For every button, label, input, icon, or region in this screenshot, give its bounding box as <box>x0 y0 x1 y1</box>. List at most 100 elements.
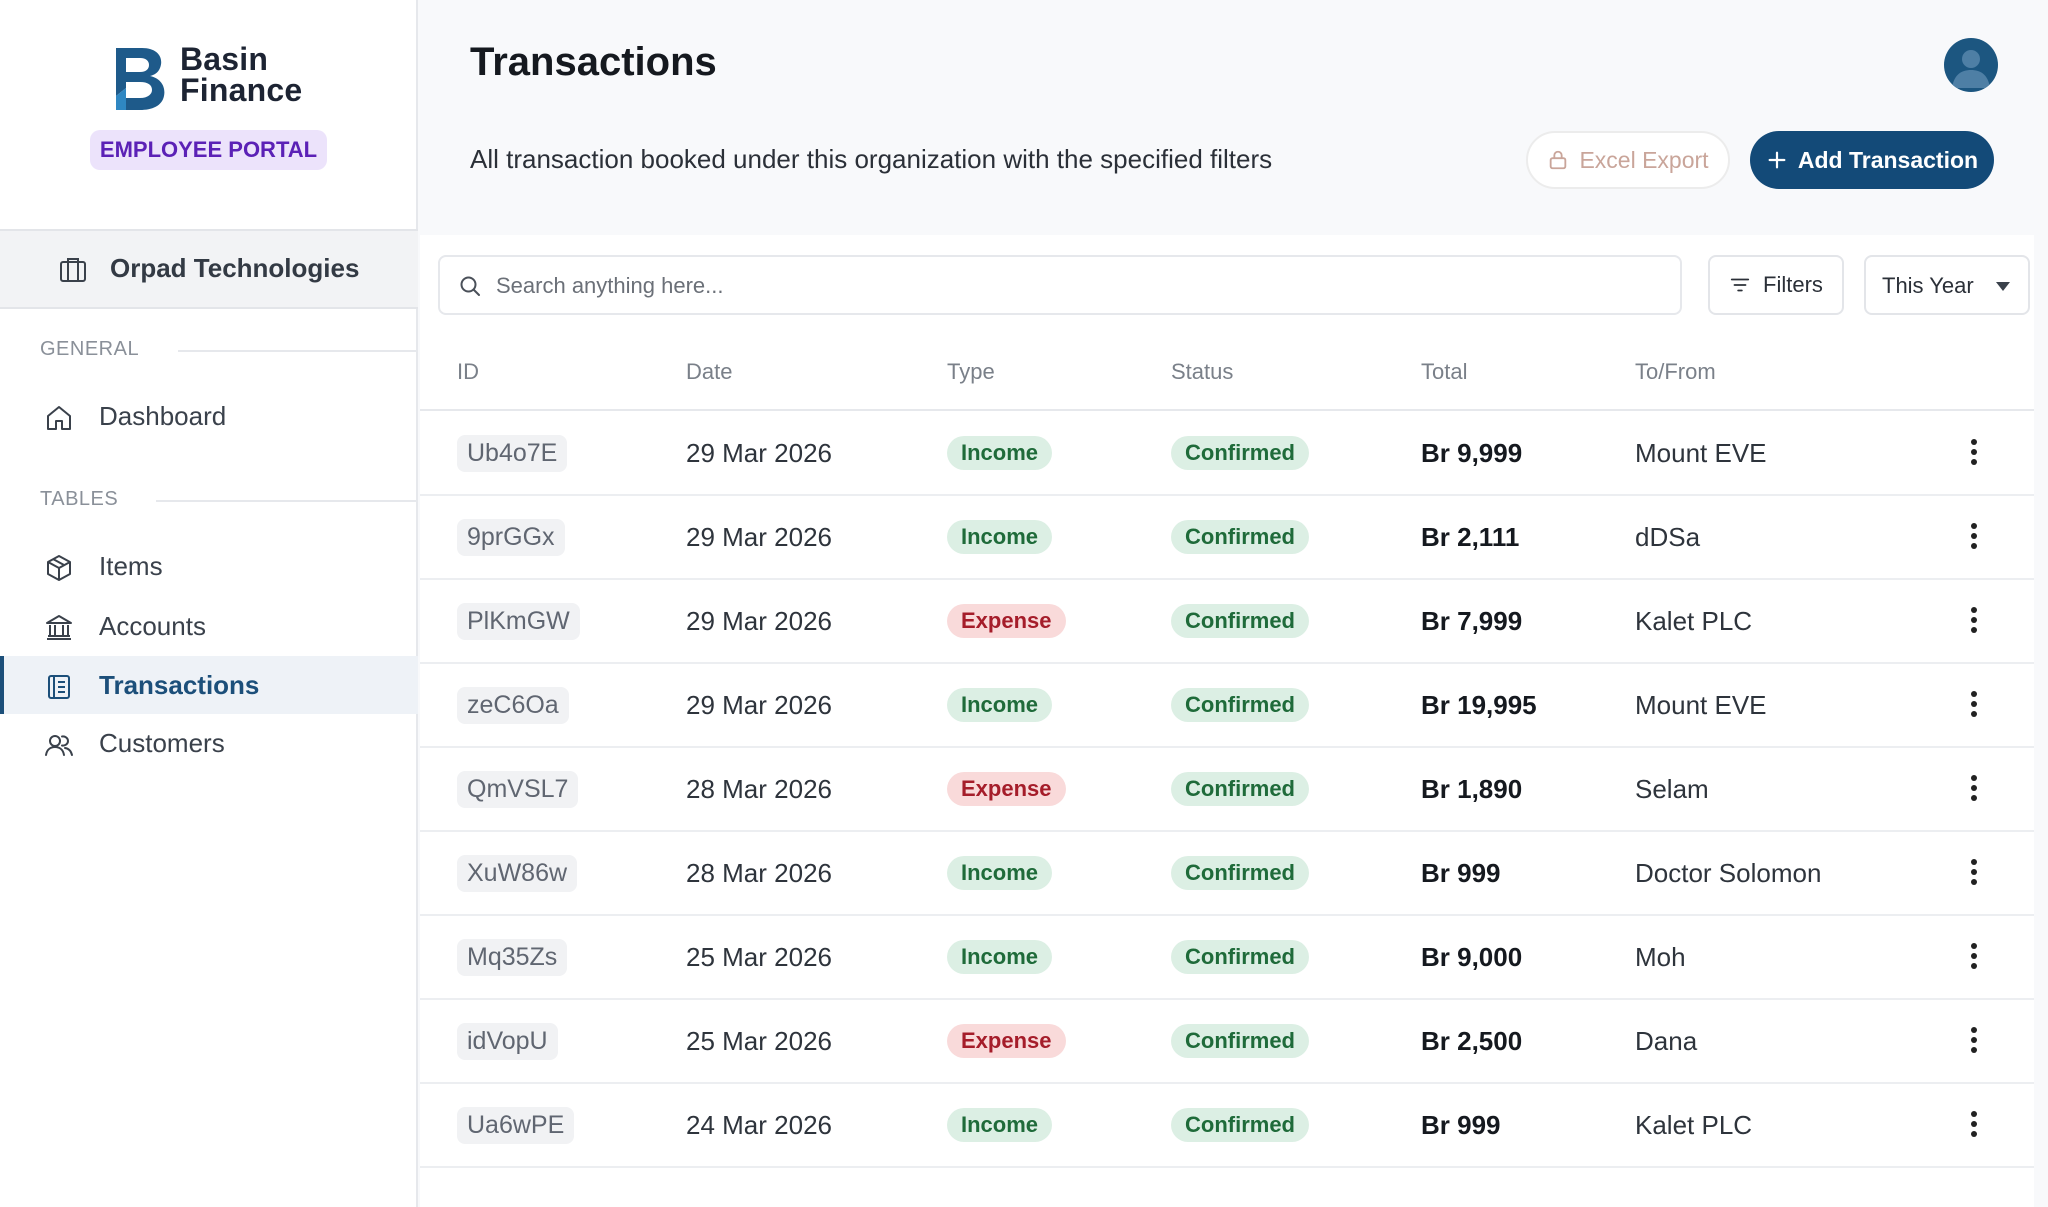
row-actions-kebab-icon[interactable] <box>1964 940 1984 976</box>
id-chip: QmVSL7 <box>457 770 579 808</box>
cell-date-text: 29 Mar 2026 <box>686 689 832 720</box>
status-badge: Confirmed <box>1171 436 1309 470</box>
row-actions-kebab-icon[interactable] <box>1964 604 1984 640</box>
sidebar-item-transactions[interactable]: Transactions <box>0 656 418 714</box>
type-badge: Income <box>947 856 1053 890</box>
cell-date-text: 29 Mar 2026 <box>686 437 832 468</box>
section-title-tables: TABLES <box>40 488 119 510</box>
row-actions-kebab-icon[interactable] <box>1964 856 1984 892</box>
row-actions-kebab-icon[interactable] <box>1964 688 1984 724</box>
row-actions-kebab-icon[interactable] <box>1964 520 1984 556</box>
cell-date: 29 Mar 2026 <box>686 580 832 662</box>
status-badge: Confirmed <box>1171 772 1309 806</box>
cell-date-text: 29 Mar 2026 <box>686 605 832 636</box>
cell-to-from: dDSa <box>1635 496 1700 578</box>
sidebar-item-items[interactable]: Items <box>0 537 418 595</box>
cell-total: Br 2,500 <box>1421 1000 1522 1082</box>
brand[interactable]: Basin Finance <box>112 43 342 116</box>
cell-id: Mq35Zs <box>457 916 568 998</box>
cell-type: Income <box>947 664 1053 746</box>
type-badge: Income <box>947 520 1053 554</box>
transactions-panel: Filters This Year ID Date Type Status To… <box>420 235 2034 1207</box>
column-header-total[interactable]: Total <box>1421 359 1467 385</box>
user-avatar[interactable] <box>1944 38 1998 92</box>
type-badge: Expense <box>947 604 1066 638</box>
type-badge: Income <box>947 436 1053 470</box>
box-icon <box>47 555 71 581</box>
table-row[interactable]: 9prGGx 29 Mar 2026 Income Confirmed Br 2,111… <box>420 496 2034 580</box>
table-row[interactable]: Ua6wPE 24 Mar 2026 Income Confirmed Br 999 Ka… <box>420 1084 2034 1168</box>
kebab-dot <box>1971 775 1977 781</box>
row-actions-kebab-icon[interactable] <box>1964 1108 1984 1144</box>
cell-type: Expense <box>947 1000 1066 1082</box>
cell-status: Confirmed <box>1171 916 1309 998</box>
cell-status: Confirmed <box>1171 1000 1309 1082</box>
add-transaction-label: Add Transaction <box>1797 146 1979 173</box>
sidebar-item-label: Transactions <box>99 670 260 700</box>
cell-to-from-text: Kalet PLC <box>1635 1109 1753 1140</box>
search-box[interactable] <box>438 255 1682 315</box>
table-row[interactable]: idVopU 25 Mar 2026 Expense Confirmed Br 2,50… <box>420 1000 2034 1084</box>
table-row[interactable]: Mq35Zs 25 Mar 2026 Income Confirmed Br 9,000… <box>420 916 2034 1000</box>
column-header-id[interactable]: ID <box>457 359 479 385</box>
sidebar-item-accounts[interactable]: Accounts <box>0 597 418 655</box>
table-row[interactable]: QmVSL7 28 Mar 2026 Expense Confirmed Br 1,89… <box>420 748 2034 832</box>
column-header-type[interactable]: Type <box>947 359 995 385</box>
cell-total: Br 9,000 <box>1421 916 1522 998</box>
cell-total: Br 999 <box>1421 1084 1501 1166</box>
kebab-dot <box>1971 1027 1977 1033</box>
cell-date: 29 Mar 2026 <box>686 496 832 578</box>
cell-to-from-text: Moh <box>1635 941 1686 972</box>
caret-down-icon <box>1996 282 2010 291</box>
column-header-date[interactable]: Date <box>686 359 732 385</box>
cell-to-from: Kalet PLC <box>1635 580 1752 662</box>
column-header-to-from[interactable]: To/From <box>1635 359 1716 385</box>
kebab-dot <box>1971 785 1977 791</box>
cell-type: Income <box>947 496 1053 578</box>
cell-total: Br 7,999 <box>1421 580 1522 662</box>
row-actions-kebab-icon[interactable] <box>1964 772 1984 808</box>
table-row[interactable]: PlKmGW 29 Mar 2026 Expense Confirmed Br 7,99… <box>420 580 2034 664</box>
column-header-status[interactable]: Status <box>1171 359 1233 385</box>
kebab-dot <box>1971 859 1977 865</box>
basin-logo-icon <box>116 48 165 110</box>
period-select[interactable]: This Year <box>1864 255 2030 315</box>
sidebar-item-label: Dashboard <box>99 401 227 431</box>
table-row[interactable]: zeC6Oa 29 Mar 2026 Income Confirmed Br 19,99… <box>420 664 2034 748</box>
sidebar-item-customers[interactable]: Customers <box>0 714 418 772</box>
search-input[interactable] <box>496 267 1656 305</box>
kebab-dot <box>1971 459 1977 465</box>
cell-to-from: Mount EVE <box>1635 664 1767 746</box>
ledger-icon <box>48 675 70 699</box>
cell-date: 29 Mar 2026 <box>686 664 832 746</box>
cell-id: 9prGGx <box>457 496 565 578</box>
bank-icon <box>46 615 72 640</box>
row-actions-kebab-icon[interactable] <box>1964 436 1984 472</box>
excel-export-button[interactable]: Excel Export <box>1526 131 1730 189</box>
total-amount: Br 9,000 <box>1421 941 1523 972</box>
cell-date-text: 25 Mar 2026 <box>686 941 832 972</box>
cell-date: 25 Mar 2026 <box>686 1000 832 1082</box>
search-icon <box>460 276 480 296</box>
filters-button[interactable]: Filters <box>1708 255 1844 315</box>
cell-to-from-text: Mount EVE <box>1635 437 1767 468</box>
cell-id: idVopU <box>457 1000 558 1082</box>
table-row[interactable]: XuW86w 28 Mar 2026 Income Confirmed Br 999 Do… <box>420 832 2034 916</box>
status-badge: Confirmed <box>1171 1024 1309 1058</box>
cell-to-from-text: Mount EVE <box>1635 689 1767 720</box>
cell-status: Confirmed <box>1171 1084 1309 1166</box>
add-transaction-button[interactable]: Add Transaction <box>1750 131 1994 189</box>
row-actions-kebab-icon[interactable] <box>1964 1024 1984 1060</box>
total-amount: Br 1,890 <box>1421 773 1523 804</box>
sidebar-item-dashboard[interactable]: Dashboard <box>0 387 418 445</box>
table-header: ID Date Type Status Total To/From <box>420 335 2034 411</box>
table-row[interactable]: Ub4o7E 29 Mar 2026 Income Confirmed Br 9,999… <box>420 412 2034 496</box>
kebab-dot <box>1971 711 1977 717</box>
kebab-dot <box>1971 879 1977 885</box>
cell-date: 28 Mar 2026 <box>686 832 832 914</box>
type-badge: Income <box>947 940 1053 974</box>
organization-switcher[interactable]: Orpad Technologies <box>0 229 418 309</box>
cell-to-from: Dana <box>1635 1000 1697 1082</box>
cell-to-from-text: dDSa <box>1635 521 1701 552</box>
kebab-dot <box>1971 943 1977 949</box>
